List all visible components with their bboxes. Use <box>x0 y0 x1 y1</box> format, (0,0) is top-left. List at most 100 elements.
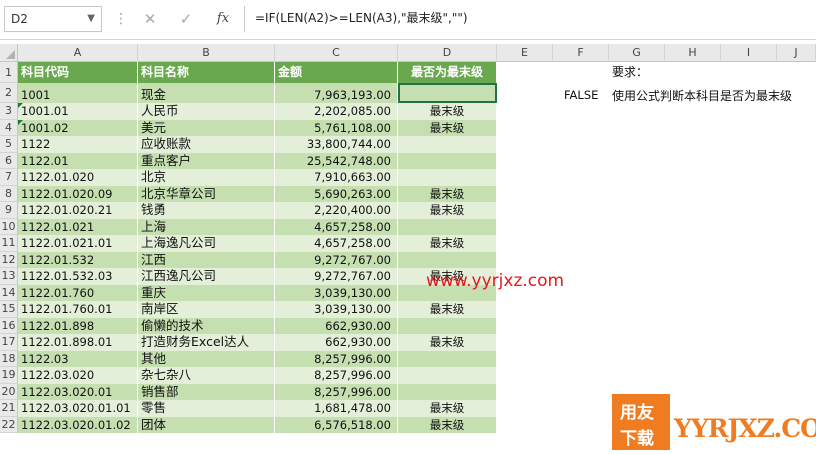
cell-b16[interactable]: 偷懒的技术 <box>138 317 275 334</box>
cell-b22[interactable]: 团体 <box>138 416 275 433</box>
row-header[interactable]: 10 <box>0 218 18 235</box>
column-header-d[interactable]: D <box>398 44 497 62</box>
cell-d4[interactable]: 最末级 <box>398 119 497 136</box>
cell-b4[interactable]: 美元 <box>138 119 275 136</box>
cell-a3[interactable]: 1001.01 <box>18 103 138 120</box>
cell-b13[interactable]: 江西逸凡公司 <box>138 268 275 285</box>
row-header[interactable]: 12 <box>0 251 18 268</box>
cell-b12[interactable]: 江西 <box>138 251 275 268</box>
cell-a22[interactable]: 1122.03.020.01.02 <box>18 416 138 433</box>
column-header-a[interactable]: A <box>18 44 138 62</box>
enter-icon[interactable]: ✓ <box>174 8 198 30</box>
cell-c20[interactable]: 8,257,996.00 <box>275 383 398 400</box>
cell-d12[interactable] <box>398 251 497 268</box>
cell-a14[interactable]: 1122.01.760 <box>18 284 138 301</box>
cell-b17[interactable]: 打造财务Excel达人 <box>138 334 275 351</box>
cell-c12[interactable]: 9,272,767.00 <box>275 251 398 268</box>
row-header[interactable]: 4 <box>0 119 18 136</box>
cell-f2-value[interactable]: FALSE <box>564 88 598 102</box>
cell-d19[interactable] <box>398 367 497 384</box>
column-header-f[interactable]: F <box>553 44 609 62</box>
row-header[interactable]: 16 <box>0 317 18 334</box>
cell-b21[interactable]: 零售 <box>138 400 275 417</box>
column-header-h[interactable]: H <box>665 44 721 62</box>
row-header[interactable]: 6 <box>0 152 18 169</box>
cell-a18[interactable]: 1122.03 <box>18 350 138 367</box>
cell-d18[interactable] <box>398 350 497 367</box>
cancel-icon[interactable]: ✕ <box>138 8 162 30</box>
cell-c4[interactable]: 5,761,108.00 <box>275 119 398 136</box>
cell-d15[interactable]: 最末级 <box>398 301 497 318</box>
cell-b6[interactable]: 重点客户 <box>138 152 275 169</box>
cell-d9[interactable]: 最末级 <box>398 202 497 219</box>
cell-c11[interactable]: 4,657,258.00 <box>275 235 398 252</box>
cell-b18[interactable]: 其他 <box>138 350 275 367</box>
cell-c18[interactable]: 8,257,996.00 <box>275 350 398 367</box>
cell-b9[interactable]: 钱勇 <box>138 202 275 219</box>
cell-d11[interactable]: 最末级 <box>398 235 497 252</box>
row-header[interactable]: 18 <box>0 350 18 367</box>
cell-c10[interactable]: 4,657,258.00 <box>275 218 398 235</box>
cell-b19[interactable]: 杂七杂八 <box>138 367 275 384</box>
cell-a11[interactable]: 1122.01.021.01 <box>18 235 138 252</box>
formula-input[interactable]: =IF(LEN(A2)>=LEN(A3),"最末级","") <box>244 6 816 32</box>
cell-d21[interactable]: 最末级 <box>398 400 497 417</box>
cell-b3[interactable]: 人民币 <box>138 103 275 120</box>
row-header[interactable]: 8 <box>0 185 18 202</box>
row-header[interactable]: 17 <box>0 334 18 351</box>
cell-c22[interactable]: 6,576,518.00 <box>275 416 398 433</box>
cell-c9[interactable]: 2,220,400.00 <box>275 202 398 219</box>
error-indicator-icon[interactable] <box>18 103 23 108</box>
cell-c13[interactable]: 9,272,767.00 <box>275 268 398 285</box>
cell-c2[interactable]: 7,963,193.00 <box>275 83 398 103</box>
cell-c19[interactable]: 8,257,996.00 <box>275 367 398 384</box>
cell-a8[interactable]: 1122.01.020.09 <box>18 185 138 202</box>
row-header[interactable]: 11 <box>0 235 18 252</box>
row-header[interactable]: 15 <box>0 301 18 318</box>
row-header[interactable]: 1 <box>0 62 18 83</box>
cell-a10[interactable]: 1122.01.021 <box>18 218 138 235</box>
cell-c14[interactable]: 3,039,130.00 <box>275 284 398 301</box>
cell-a13[interactable]: 1122.01.532.03 <box>18 268 138 285</box>
name-box[interactable]: D2 ▼ <box>4 6 102 32</box>
column-header-g[interactable]: G <box>609 44 665 62</box>
row-header[interactable]: 21 <box>0 400 18 417</box>
cell-c6[interactable]: 25,542,748.00 <box>275 152 398 169</box>
insert-function-button[interactable]: fx <box>211 8 235 30</box>
row-header[interactable]: 5 <box>0 136 18 153</box>
cell-c8[interactable]: 5,690,263.00 <box>275 185 398 202</box>
cell-b7[interactable]: 北京 <box>138 169 275 186</box>
more-options-icon[interactable]: ⋮ <box>114 9 128 29</box>
header-cell-d[interactable]: 最否为最末级 <box>398 62 497 83</box>
cell-c15[interactable]: 3,039,130.00 <box>275 301 398 318</box>
cell-c3[interactable]: 2,202,085.00 <box>275 103 398 120</box>
cell-a7[interactable]: 1122.01.020 <box>18 169 138 186</box>
cell-d17[interactable]: 最末级 <box>398 334 497 351</box>
header-cell-a[interactable]: 科目代码 <box>18 62 138 83</box>
row-header[interactable]: 14 <box>0 284 18 301</box>
row-header[interactable]: 13 <box>0 268 18 285</box>
cell-b10[interactable]: 上海 <box>138 218 275 235</box>
cell-a15[interactable]: 1122.01.760.01 <box>18 301 138 318</box>
column-header-e[interactable]: E <box>497 44 553 62</box>
cell-d7[interactable] <box>398 169 497 186</box>
row-header[interactable]: 19 <box>0 367 18 384</box>
cell-a19[interactable]: 1122.03.020 <box>18 367 138 384</box>
cell-c5[interactable]: 33,800,744.00 <box>275 136 398 153</box>
cell-a12[interactable]: 1122.01.532 <box>18 251 138 268</box>
cell-b20[interactable]: 销售部 <box>138 383 275 400</box>
column-header-b[interactable]: B <box>138 44 275 62</box>
cell-c7[interactable]: 7,910,663.00 <box>275 169 398 186</box>
cell-b11[interactable]: 上海逸凡公司 <box>138 235 275 252</box>
chevron-down-icon[interactable]: ▼ <box>87 7 95 31</box>
cell-b8[interactable]: 北京华章公司 <box>138 185 275 202</box>
cell-a4[interactable]: 1001.02 <box>18 119 138 136</box>
cell-a6[interactable]: 1122.01 <box>18 152 138 169</box>
row-header[interactable]: 7 <box>0 169 18 186</box>
column-header-i[interactable]: I <box>721 44 777 62</box>
cell-d10[interactable] <box>398 218 497 235</box>
cell-c17[interactable]: 662,930.00 <box>275 334 398 351</box>
cell-a9[interactable]: 1122.01.020.21 <box>18 202 138 219</box>
cell-b2[interactable]: 现金 <box>138 83 275 103</box>
cell-a17[interactable]: 1122.01.898.01 <box>18 334 138 351</box>
